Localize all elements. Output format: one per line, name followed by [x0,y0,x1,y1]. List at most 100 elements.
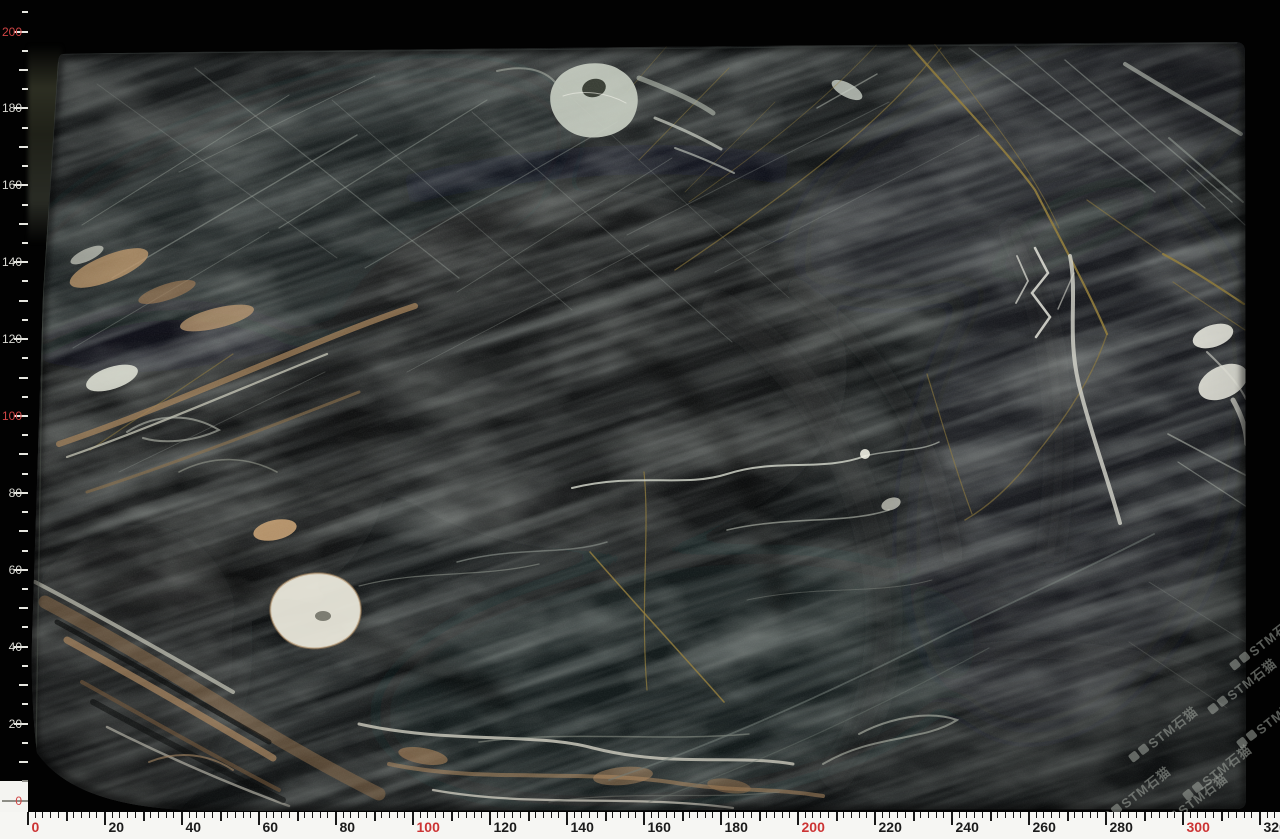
ruler-tick [89,812,90,818]
ruler-tick [1051,812,1052,818]
ruler-tick [735,812,736,818]
slab-image[interactable] [27,40,1248,812]
ruler-label: 300 [1187,820,1210,834]
ruler-tick [874,812,876,825]
ruler-label: 60 [263,820,279,834]
ruler-tick [1259,812,1261,825]
ruler-tick [143,812,145,821]
ruler-label: 220 [879,820,902,834]
ruler-tick [489,812,491,825]
ruler-tick [19,69,28,71]
ruler-tick [35,812,36,818]
ruler-tick [920,812,921,818]
ruler-label: 40 [0,640,22,654]
ruler-label: 180 [0,101,22,115]
ruler-tick [812,812,813,818]
ruler-tick [581,812,582,818]
ruler-tick [766,812,767,818]
ruler-tick [58,812,59,818]
ruler-tick [682,812,684,821]
ruler-tick [1113,812,1114,818]
ruler-tick [1167,812,1168,818]
ruler-tick [1205,812,1206,818]
ruler-tick [1074,812,1075,818]
ruler-tick [173,812,174,818]
ruler-tick [612,812,613,818]
ruler-label: 140 [0,255,22,269]
ruler-label: 160 [0,178,22,192]
ruler-tick [22,626,28,628]
ruler-tick [928,812,929,818]
ruler-tick [566,812,568,825]
slab-scan-viewport: STM石猫STM石猫STM石猫STM石猫STM石猫STM石猫STM石猫 2001… [0,0,1280,839]
ruler-tick [297,812,299,821]
ruler-tick [358,812,359,818]
ruler-tick [19,453,28,455]
ruler-tick [982,812,983,818]
ruler-tick [22,127,28,129]
ruler-tick [443,812,444,818]
ruler-tick [481,812,482,818]
ruler-tick [474,812,475,818]
ruler-tick [22,11,28,13]
ruler-tick [943,812,944,818]
ruler-tick [19,607,28,609]
ruler-tick [389,812,390,818]
ruler-tick [751,812,752,818]
ruler-tick [343,812,344,818]
ruler-tick [22,742,28,744]
ruler-tick [1274,812,1275,818]
ruler-tick [104,812,106,825]
ruler-tick [605,812,607,821]
ruler-tick [551,812,552,818]
ruler-tick [820,812,821,818]
ruler-tick [22,319,28,321]
ruler-tick [535,812,536,818]
ruler-tick [66,812,68,821]
ruler-label: 200 [802,820,825,834]
ruler-label: 240 [956,820,979,834]
ruler-tick [628,812,629,818]
ruler-tick [19,300,28,302]
ruler-tick [350,812,351,818]
ruler-tick [1221,812,1223,821]
ruler-tick [512,812,513,818]
ruler-label: 120 [494,820,517,834]
ruler-tick [22,242,28,244]
ruler-tick [19,530,28,532]
ruler-tick [1136,812,1137,818]
ruler-tick [658,812,659,818]
ruler-label: 20 [0,717,22,731]
ruler-tick [712,812,713,818]
ruler-tick [759,812,761,821]
ruler-tick [73,812,74,818]
ruler-label: 0 [32,820,40,834]
ruler-tick [897,812,898,818]
ruler-tick [1267,812,1268,818]
ruler-tick [235,812,236,818]
ruler-tick [974,812,975,818]
ruler-tick [882,812,883,818]
ruler-tick [22,357,28,359]
ruler-tick [1005,812,1006,818]
watermark-text: STM石猫 [1245,609,1280,660]
ruler-tick [227,812,228,818]
ruler-tick [22,204,28,206]
ruler-tick [327,812,328,818]
ruler-tick [836,812,838,821]
ruler-label: 0 [0,794,22,808]
ruler-tick [1036,812,1037,818]
ruler-tick [220,812,222,821]
ruler-tick [1020,812,1021,818]
ruler-label: 180 [725,820,748,834]
ruler-tick [1067,812,1069,821]
ruler-tick [22,588,28,590]
ruler-tick [905,812,906,818]
ruler-tick [22,396,28,398]
ruler-tick [189,812,190,818]
ruler-tick [504,812,505,818]
ruler-tick [913,812,915,821]
ruler-tick [166,812,167,818]
ruler-tick [1197,812,1198,818]
ruler-tick [959,812,960,818]
